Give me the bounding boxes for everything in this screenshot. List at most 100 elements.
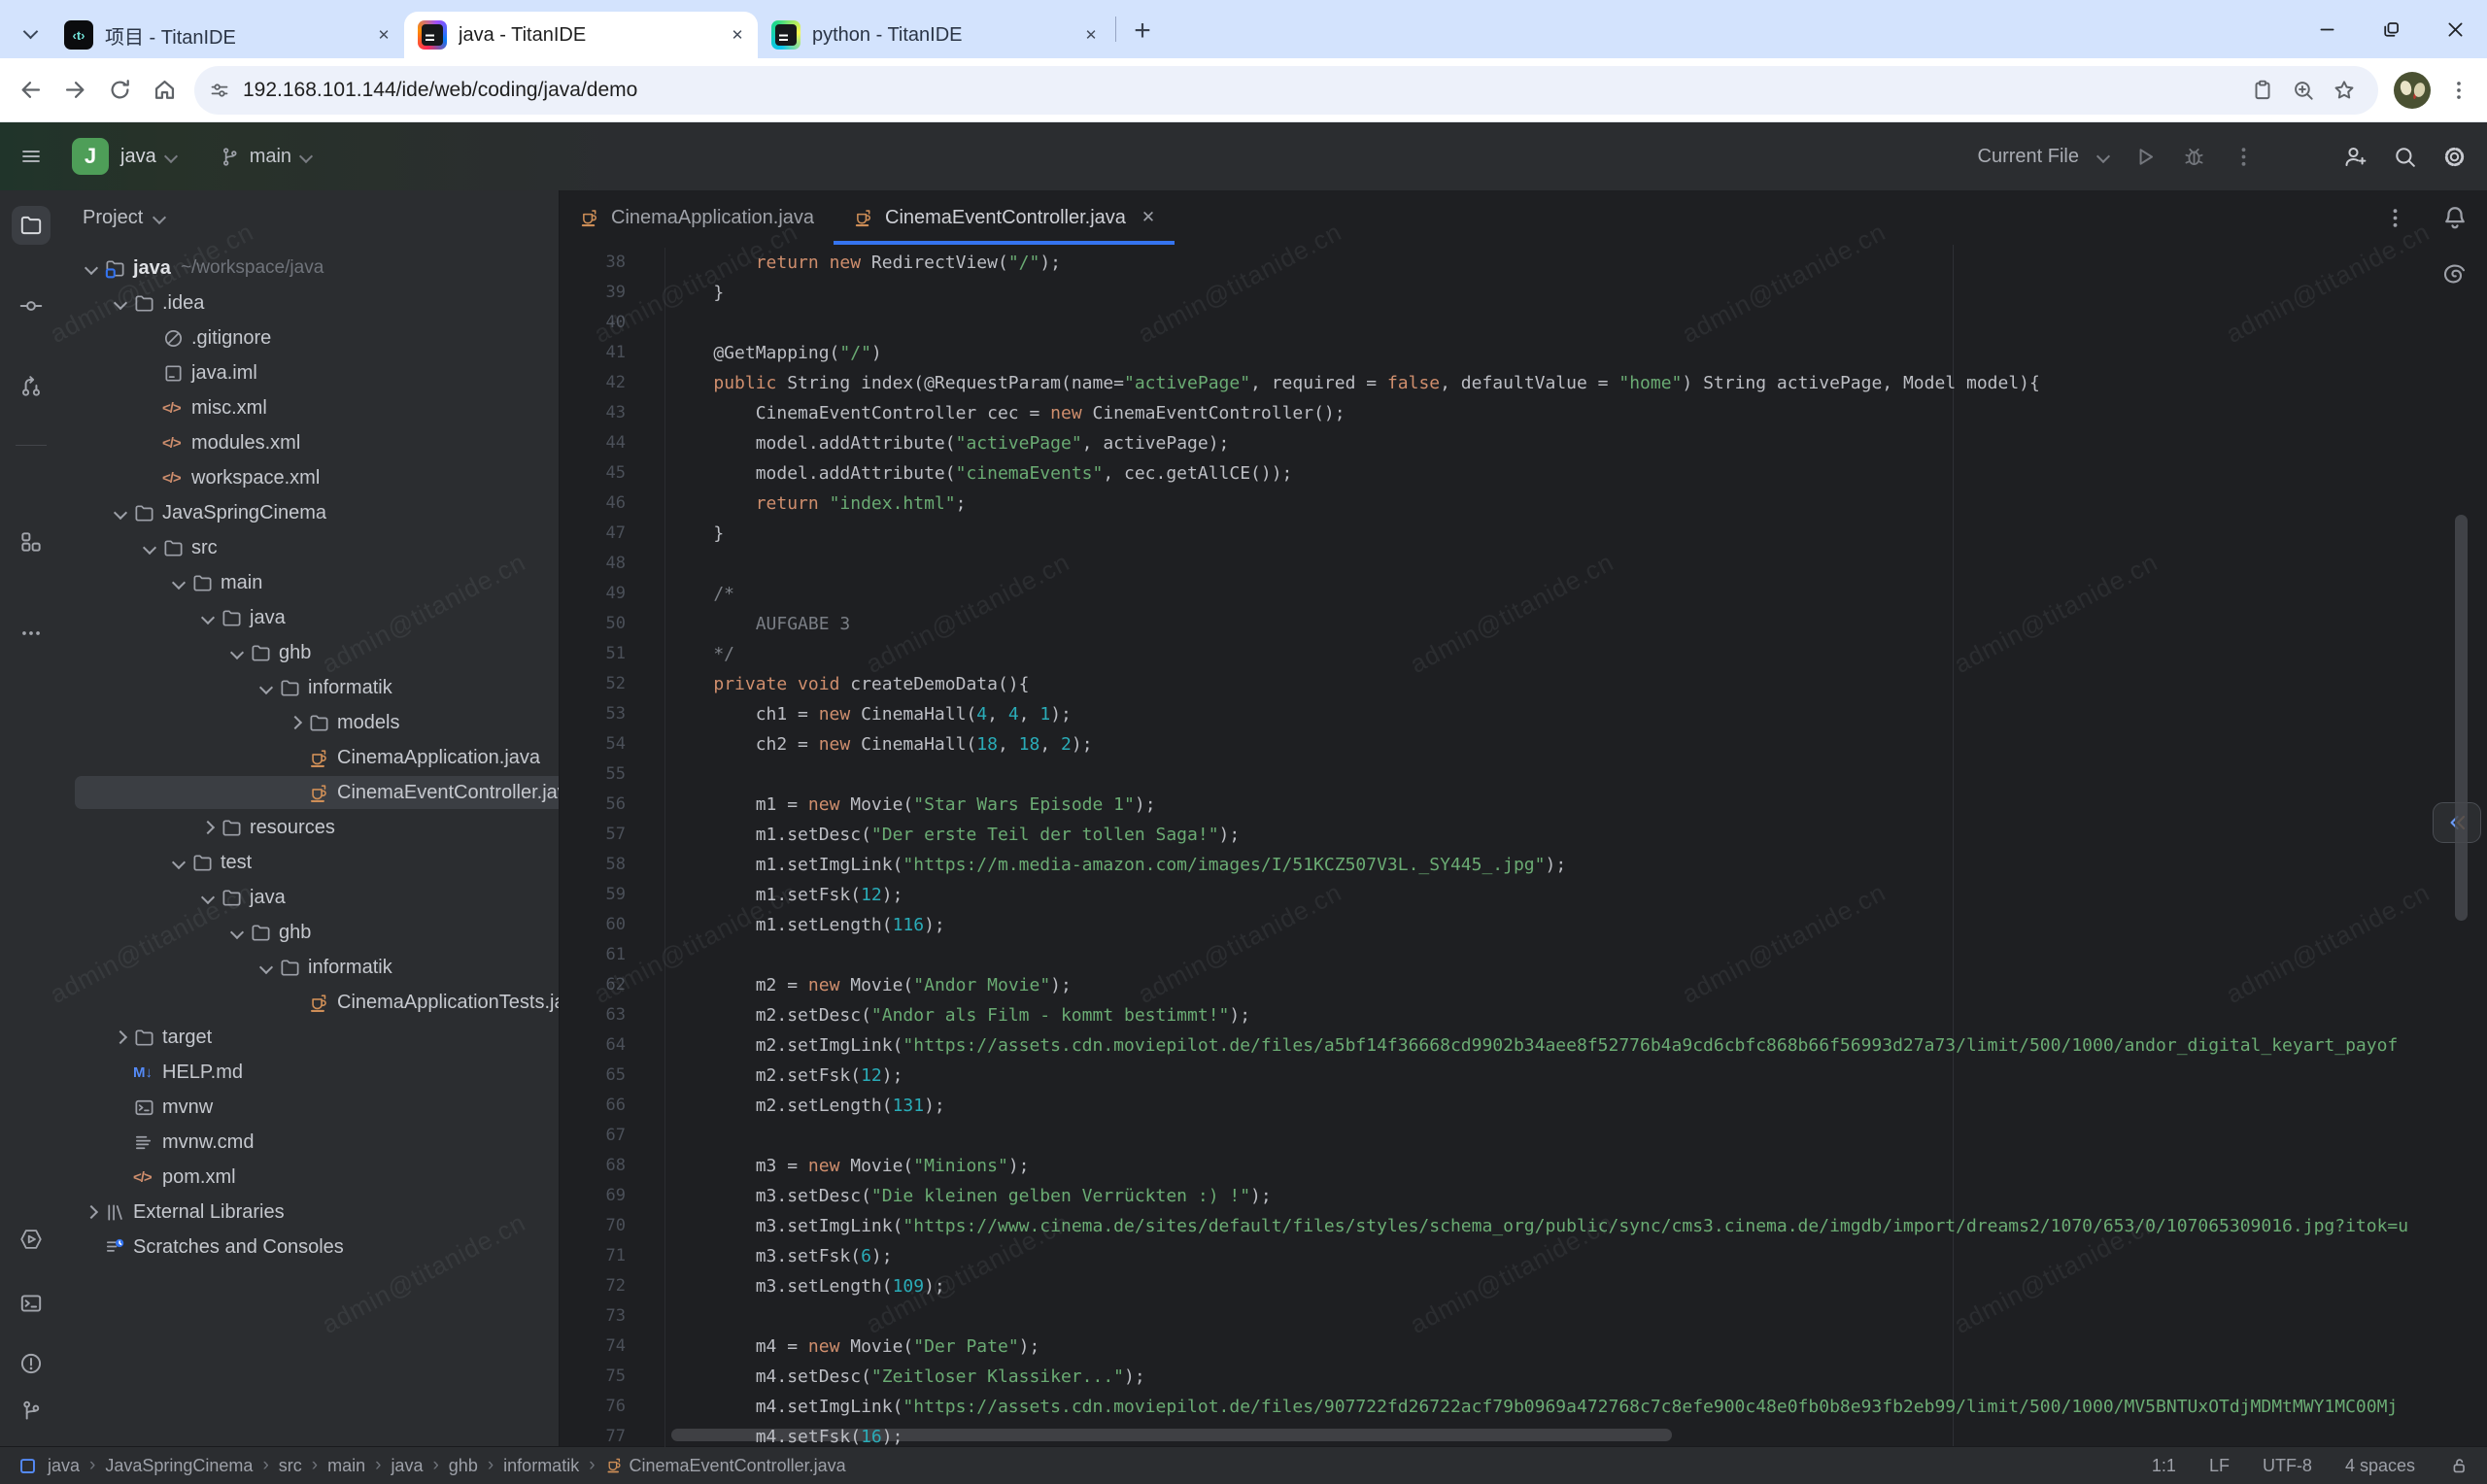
code-line[interactable]: 46 return "index.html"; [560, 489, 2487, 519]
tree-item-mvnw-cmd[interactable]: mvnw.cmd [63, 1125, 559, 1160]
line-number[interactable]: 47 [560, 519, 665, 549]
editor-tab[interactable]: CinemaEventController.java✕ [834, 190, 1175, 245]
breadcrumb-item[interactable]: informatik [503, 1456, 579, 1476]
tree-item-workspace-xml[interactable]: </>workspace.xml [63, 460, 559, 495]
code-line[interactable]: 52 private void createDemoData(){ [560, 669, 2487, 699]
back-button[interactable] [8, 68, 52, 113]
tool-terminal-button[interactable] [12, 1284, 51, 1323]
code-line[interactable]: 50 AUFGABE 3 [560, 609, 2487, 639]
line-number[interactable]: 53 [560, 699, 665, 729]
tree-item-java[interactable]: java [63, 600, 559, 635]
zoom-button[interactable] [2283, 70, 2324, 111]
tree-item-modules-xml[interactable]: </>modules.xml [63, 425, 559, 460]
line-number[interactable]: 73 [560, 1301, 665, 1332]
clipboard-button[interactable] [2242, 70, 2283, 111]
status-line-ending[interactable]: LF [2209, 1456, 2230, 1476]
project-panel-header[interactable]: Project [63, 190, 559, 229]
code-line[interactable]: 68 m3 = new Movie("Minions"); [560, 1151, 2487, 1181]
code-line[interactable]: 58 m1.setImgLink("https://m.media-amazon… [560, 850, 2487, 880]
code-line[interactable]: 48 [560, 549, 2487, 579]
breadcrumb-item[interactable]: java [48, 1456, 80, 1476]
code-line[interactable]: 70 m3.setImgLink("https://www.cinema.de/… [560, 1211, 2487, 1241]
code-line[interactable]: 47 } [560, 519, 2487, 549]
status-indent-config[interactable]: 4 spaces [2345, 1456, 2415, 1476]
editor-tab-close-button[interactable]: ✕ [1141, 208, 1155, 227]
forward-button[interactable] [52, 68, 97, 113]
window-restore-button[interactable] [2359, 2, 2423, 56]
breadcrumb-item[interactable]: java [391, 1456, 423, 1476]
tool-pull-requests-button[interactable] [12, 367, 51, 406]
tree-item-cinemaapplicationtests-java[interactable]: CinemaApplicationTests.java [63, 985, 559, 1020]
chevron-down-icon[interactable] [166, 578, 191, 588]
tree-item-informatik[interactable]: informatik [63, 670, 559, 705]
tree-item-ghb[interactable]: ghb [63, 635, 559, 670]
tree-item-ghb[interactable]: ghb [63, 915, 559, 950]
chevron-down-icon[interactable] [224, 928, 250, 937]
line-number[interactable]: 51 [560, 639, 665, 669]
new-tab-button[interactable]: + [1126, 15, 1159, 48]
tab-search-button[interactable] [16, 17, 45, 46]
tree-item-java-iml[interactable]: java.iml [63, 355, 559, 390]
code-line[interactable]: 45 model.addAttribute("cinemaEvents", ce… [560, 458, 2487, 489]
home-button[interactable] [142, 68, 187, 113]
line-number[interactable]: 58 [560, 850, 665, 880]
browser-tab[interactable]: java - TitanIDE✕ [404, 12, 758, 58]
code-line[interactable]: 71 m3.setFsk(6); [560, 1241, 2487, 1271]
code-line[interactable]: 64 m2.setImgLink("https://assets.cdn.mov… [560, 1030, 2487, 1061]
chevron-right-icon[interactable] [108, 1032, 133, 1042]
code-line[interactable]: 40 [560, 308, 2487, 338]
chevron-down-icon[interactable] [254, 962, 279, 972]
tree-item-mvnw[interactable]: mvnw [63, 1090, 559, 1125]
tree-item-models[interactable]: models [63, 705, 559, 740]
line-number[interactable]: 61 [560, 940, 665, 970]
line-number[interactable]: 45 [560, 458, 665, 489]
line-number[interactable]: 49 [560, 579, 665, 609]
line-number[interactable]: 54 [560, 729, 665, 759]
line-number[interactable]: 74 [560, 1332, 665, 1362]
tree-item-external-libraries[interactable]: External Libraries [63, 1195, 559, 1230]
window-close-button[interactable] [2423, 2, 2487, 56]
line-number[interactable]: 66 [560, 1091, 665, 1121]
code-line[interactable]: 43 CinemaEventController cec = new Cinem… [560, 398, 2487, 428]
chevron-down-icon[interactable] [108, 508, 133, 518]
code-line[interactable]: 44 model.addAttribute("activePage", acti… [560, 428, 2487, 458]
tool-more-button[interactable] [12, 614, 51, 653]
chevron-down-icon[interactable] [195, 893, 221, 902]
code-line[interactable]: 66 m2.setLength(131); [560, 1091, 2487, 1121]
tool-project-button[interactable] [12, 206, 51, 245]
code-with-me-button[interactable] [2342, 144, 2368, 170]
tree-item-cinemaeventcontroller-java[interactable]: CinemaEventController.java [63, 775, 559, 810]
code-line[interactable]: 72 m3.setLength(109); [560, 1271, 2487, 1301]
window-minimize-button[interactable] [2295, 2, 2359, 56]
line-number[interactable]: 55 [560, 759, 665, 790]
chevron-down-icon[interactable] [137, 543, 162, 553]
breadcrumb-item[interactable]: src [279, 1456, 302, 1476]
tree-item-scratches-and-consoles[interactable]: Scratches and Consoles [63, 1230, 559, 1265]
code-line[interactable]: 51 */ [560, 639, 2487, 669]
code-line[interactable]: 42 public String index(@RequestParam(nam… [560, 368, 2487, 398]
site-info-icon[interactable] [208, 79, 231, 102]
tool-problems-button[interactable] [12, 1344, 51, 1383]
line-number[interactable]: 50 [560, 609, 665, 639]
line-number[interactable]: 44 [560, 428, 665, 458]
code-line[interactable]: 54 ch2 = new CinemaHall(18, 18, 2); [560, 729, 2487, 759]
code-line[interactable]: 39 } [560, 278, 2487, 308]
code-line[interactable]: 57 m1.setDesc("Der erste Teil der tollen… [560, 820, 2487, 850]
tree-item-java[interactable]: java~/workspace/java [63, 251, 559, 286]
breadcrumb-item[interactable]: main [327, 1456, 365, 1476]
editor-options-button[interactable] [2382, 205, 2408, 231]
code-line[interactable]: 69 m3.setDesc("Die kleinen gelben Verrüc… [560, 1181, 2487, 1211]
editor-tab[interactable]: CinemaApplication.java [560, 190, 834, 245]
chevron-down-icon[interactable] [195, 613, 221, 623]
line-number[interactable]: 62 [560, 970, 665, 1000]
line-number[interactable]: 64 [560, 1030, 665, 1061]
code-line[interactable]: 55 [560, 759, 2487, 790]
chevron-right-icon[interactable] [283, 718, 308, 727]
browser-tab[interactable]: python - TitanIDE✕ [758, 12, 1111, 58]
tree-item-pom-xml[interactable]: </>pom.xml [63, 1160, 559, 1195]
tree-item--gitignore[interactable]: .gitignore [63, 320, 559, 355]
code-line[interactable]: 76 m4.setImgLink("https://assets.cdn.mov… [560, 1392, 2487, 1422]
line-number[interactable]: 40 [560, 308, 665, 338]
breadcrumb-item[interactable]: CinemaEventController.java [605, 1456, 846, 1476]
tree-item-javaspringcinema[interactable]: JavaSpringCinema [63, 495, 559, 530]
